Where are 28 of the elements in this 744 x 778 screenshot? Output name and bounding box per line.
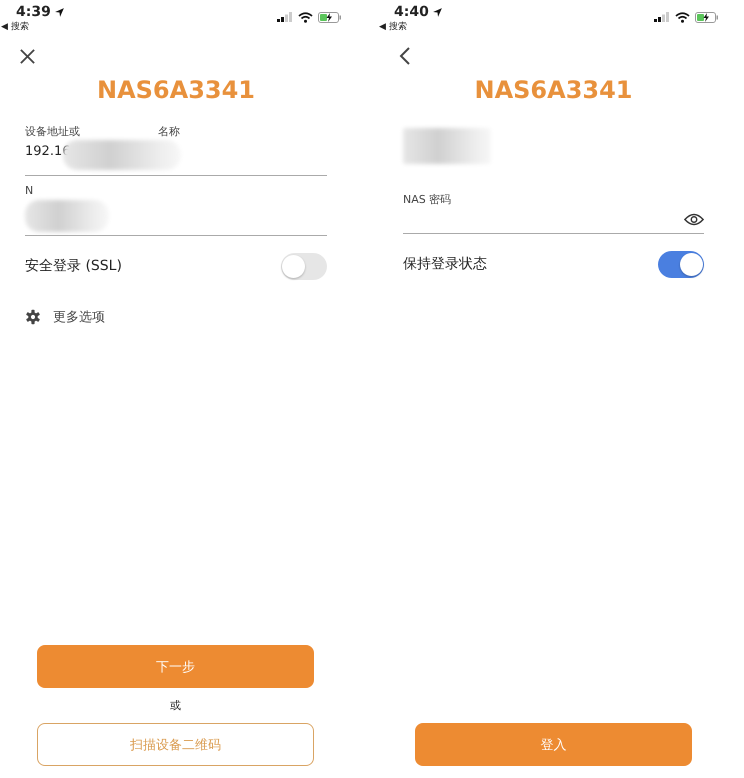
wifi-icon	[298, 12, 313, 22]
signal-icon	[654, 12, 670, 22]
wifi-icon	[675, 12, 690, 22]
or-separator: 或	[169, 698, 182, 714]
location-arrow-icon	[54, 6, 65, 18]
toggle-switch[interactable]	[658, 250, 704, 278]
toggle-switch[interactable]	[281, 252, 327, 280]
status-time: 4:40	[394, 4, 429, 20]
field-label: 名称	[158, 124, 180, 139]
back-to-app-link[interactable]: ◀ 搜索	[1, 20, 65, 33]
signal-icon	[277, 12, 293, 22]
toggle-label: 保持登录状态	[403, 255, 487, 273]
close-icon[interactable]	[19, 48, 36, 64]
more-options-link[interactable]: 更多选项	[53, 308, 105, 326]
device-title: NAS6A3341	[473, 76, 634, 106]
show-password-icon[interactable]	[684, 212, 704, 226]
status-time: 4:39	[16, 4, 51, 20]
field-label: NAS 密码	[403, 192, 452, 207]
device-title: NAS6A3341	[96, 76, 256, 106]
settings-icon[interactable]	[25, 309, 41, 325]
field-label: N	[25, 184, 34, 197]
back-icon[interactable]	[399, 46, 411, 66]
location-arrow-icon	[432, 6, 443, 18]
toggle-label: 安全登录 (SSL)	[25, 257, 122, 275]
field-label: 设备地址或	[25, 124, 80, 139]
battery-charging-icon	[695, 12, 719, 22]
battery-charging-icon	[318, 12, 342, 22]
back-to-app-link[interactable]: ◀ 搜索	[379, 20, 443, 33]
